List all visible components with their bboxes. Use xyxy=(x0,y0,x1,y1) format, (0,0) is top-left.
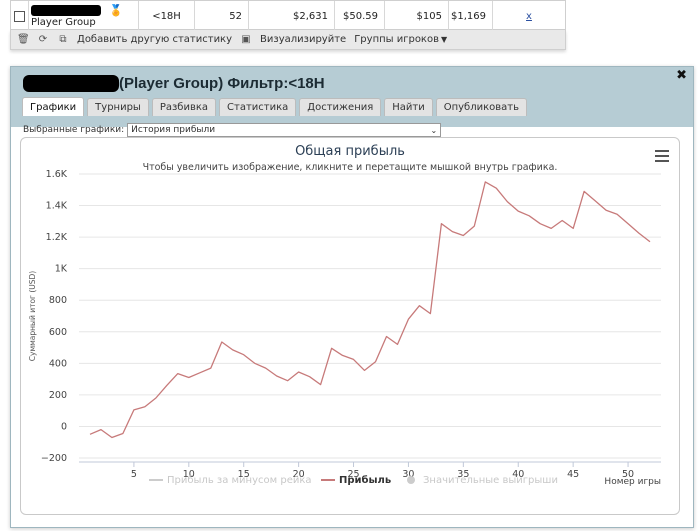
redacted-name xyxy=(31,5,101,16)
legend-item-label: Прибыль xyxy=(339,474,391,486)
remove-cell: x xyxy=(493,1,565,31)
y-tick-label: 200 xyxy=(49,390,67,401)
value3-cell: $105 xyxy=(385,1,449,31)
chart-select-value: История прибыли xyxy=(131,125,216,135)
dialog-tabs: Графики Турниры Разбивка Статистика Дост… xyxy=(22,97,528,116)
tab-publish[interactable]: Опубликовать xyxy=(435,98,528,116)
chart-select-row: Выбранные графики: История прибыли ⌄ xyxy=(23,123,442,137)
y-tick-label: 1.6K xyxy=(46,169,68,180)
value4-cell: $1,169 xyxy=(449,1,493,31)
tab-find[interactable]: Найти xyxy=(384,98,433,116)
dialog-title: (Player Group) Фильтр:<18H xyxy=(23,73,325,93)
y-tick-label: 400 xyxy=(49,358,67,369)
count-cell: 52 xyxy=(195,1,249,31)
player-group-label: Player Group xyxy=(31,17,96,28)
y-tick-label: 800 xyxy=(49,295,67,306)
tab-statistics[interactable]: Статистика xyxy=(219,98,297,116)
y-tick-label: 1.2K xyxy=(46,232,68,243)
row-checkbox-cell xyxy=(11,1,29,31)
image-icon: ▣ xyxy=(241,34,251,45)
y-tick-label: 0 xyxy=(61,421,67,432)
chevron-down-icon: ⌄ xyxy=(430,125,438,135)
remove-link[interactable]: x xyxy=(526,11,532,22)
chart-title: Общая прибыль xyxy=(295,144,405,159)
award-icon: 🏅 xyxy=(109,4,123,17)
redacted-title-name xyxy=(23,74,119,92)
caret-down-icon: ▼ xyxy=(441,35,448,44)
tab-achievements[interactable]: Достижения xyxy=(299,98,382,116)
refresh-icon[interactable]: ⟳ xyxy=(37,34,49,45)
player-name-cell: 🏅 Player Group xyxy=(29,1,139,31)
tab-charts[interactable]: Графики xyxy=(22,97,85,116)
chart-dialog: (Player Group) Фильтр:<18H ✖ Графики Тур… xyxy=(10,66,694,528)
x-axis-label: Номер игры xyxy=(604,477,661,487)
table-row: 🏅 Player Group <18H 52 $2,631 $50.59 $10… xyxy=(11,1,565,31)
y-tick-label: 1K xyxy=(55,264,68,275)
chart-container[interactable]: −200 0 200 400 600 800 1K 1.2K 1.4K 1.6K 5 10 15 20 25… xyxy=(20,137,680,515)
x-tick-label: 45 xyxy=(567,469,579,480)
player-groups-label: Группы игроков xyxy=(354,34,439,45)
dialog-title-text: (Player Group) Фильтр:<18H xyxy=(119,74,325,92)
row-checkbox[interactable] xyxy=(14,10,25,22)
close-icon[interactable]: ✖ xyxy=(676,68,687,83)
chart-subtitle: Чтобы увеличить изображение, кликните и … xyxy=(143,162,558,173)
copy-icon: ⧉ xyxy=(59,34,67,45)
x-tick-label: 5 xyxy=(131,469,137,480)
visualize-button[interactable]: Визуализируйте xyxy=(260,34,346,45)
legend-item-label: Прибыль за минусом рейка xyxy=(167,475,312,486)
profit-chart: −20002004006008001K1.2K1.4K1.6K5 10 15 20 25… xyxy=(28,144,661,487)
legend-item-label: Значительные выигрыши xyxy=(423,475,558,486)
trash-icon[interactable]: 🗑 xyxy=(17,34,30,45)
series-line-profit xyxy=(89,181,651,439)
add-stats-button[interactable]: Добавить другую статистику xyxy=(77,34,232,45)
y-tick-label: −200 xyxy=(41,453,67,464)
stats-table: 🏅 Player Group <18H 52 $2,631 $50.59 $10… xyxy=(10,0,566,31)
tab-tournaments[interactable]: Турниры xyxy=(87,98,149,116)
value2-cell: $50.59 xyxy=(335,1,385,31)
y-tick-label: 1.4K xyxy=(46,201,68,212)
tab-breakdown[interactable]: Разбивка xyxy=(151,98,217,116)
chart-select[interactable]: История прибыли ⌄ xyxy=(127,123,442,137)
y-axis-label: Суммарный итог (USD) xyxy=(28,271,37,362)
selected-charts-label: Выбранные графики: xyxy=(23,125,125,135)
stake-cell: <18H xyxy=(139,1,195,31)
y-tick-label: 600 xyxy=(49,327,67,338)
menu-icon[interactable] xyxy=(655,150,669,165)
dialog-header: (Player Group) Фильтр:<18H ✖ Графики Тур… xyxy=(11,67,693,127)
player-groups-dropdown[interactable]: Группы игроков ▼ xyxy=(354,34,447,45)
legend-marker xyxy=(407,476,415,484)
table-toolbar: 🗑 ⟳ ⧉ Добавить другую статистику ▣ Визуа… xyxy=(10,30,566,50)
value1-cell: $2,631 xyxy=(249,1,335,31)
